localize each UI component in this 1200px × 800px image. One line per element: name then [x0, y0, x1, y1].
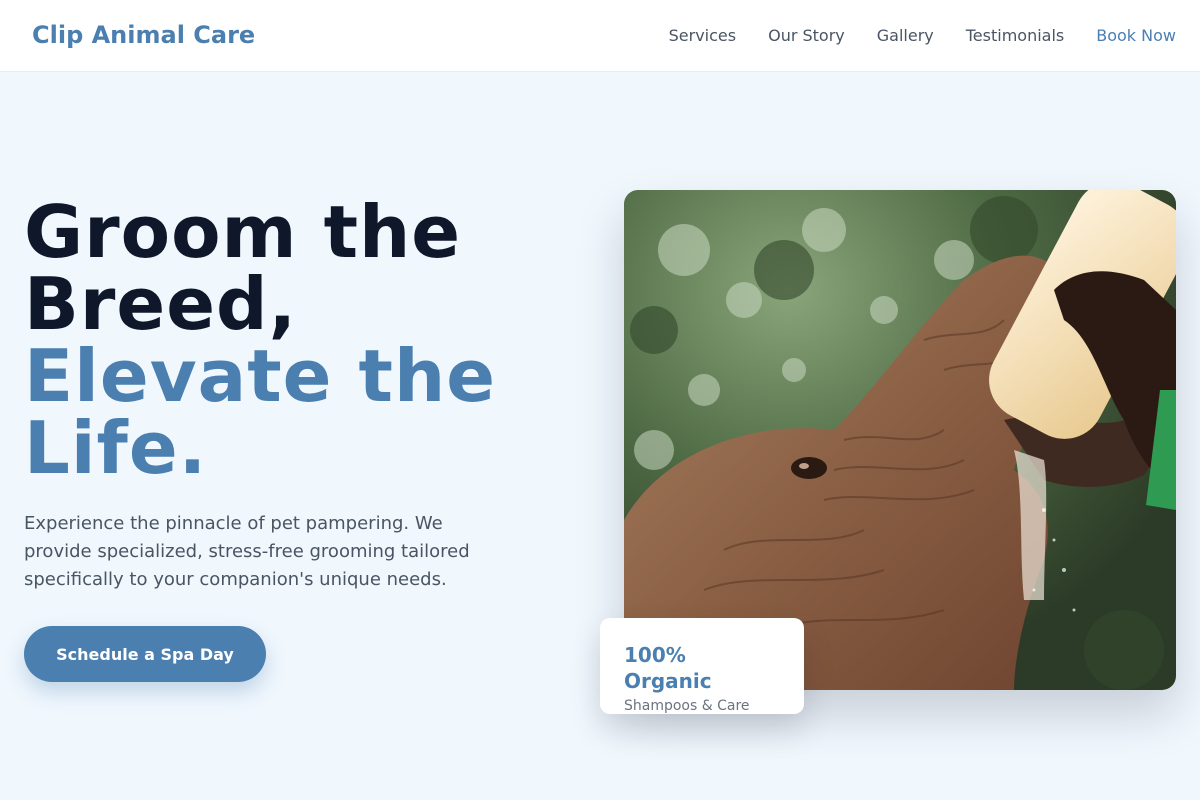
hero-title-line-1: Groom the — [24, 190, 462, 274]
main-nav: Services Our Story Gallery Testimonials … — [669, 0, 1176, 72]
hero-subtitle: Experience the pinnacle of pet pampering… — [24, 513, 470, 590]
hero-image — [624, 190, 1176, 690]
nav-testimonials[interactable]: Testimonials — [966, 26, 1065, 46]
badge-subtitle: Shampoos & Care — [624, 698, 750, 714]
hero-title-accent-2: Life. — [24, 406, 208, 490]
nav-gallery[interactable]: Gallery — [877, 26, 934, 46]
badge-title: 100% Organic — [624, 643, 712, 693]
nav-book-now[interactable]: Book Now — [1096, 26, 1176, 46]
brand-logo[interactable]: Clip Animal Care — [32, 20, 255, 50]
nav-services[interactable]: Services — [669, 26, 736, 46]
hero-title-line-2: Breed, — [24, 262, 297, 346]
site-header: Clip Animal Care Services Our Story Gall… — [0, 0, 1200, 72]
elephant-feeding-photo — [624, 190, 1176, 690]
nav-our-story[interactable]: Our Story — [768, 26, 845, 46]
schedule-spa-day-button[interactable]: Schedule a Spa Day — [24, 626, 266, 682]
hero-title-accent-1: Elevate the — [24, 334, 497, 418]
hero-title: Groom the Breed, Elevate the Life. — [24, 196, 564, 484]
organic-badge: 100% Organic Shampoos & Care — [600, 618, 804, 714]
